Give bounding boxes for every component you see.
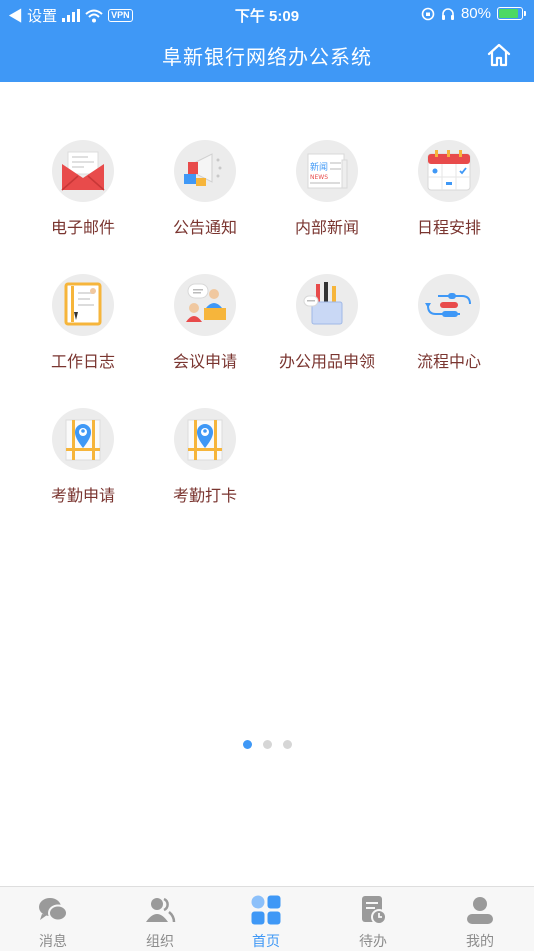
app-label: 考勤打卡 [172,486,237,505]
contacts-icon [146,897,176,923]
page-indicator [0,740,534,749]
tab-organization[interactable]: 组织 [107,887,213,951]
app-label: 办公用品申领 [278,352,375,371]
app-news[interactable]: 新闻 NEWS 内部新闻 [266,140,388,250]
app-supplies[interactable]: 办公用品申领 [266,274,388,384]
meeting-icon [174,274,236,336]
status-bar: ◀ 设置 VPN 下午 5:09 80% [0,0,534,28]
map-pin-icon [174,408,236,470]
tab-label: 组织 [146,934,174,950]
grid-icon [251,895,281,925]
newspaper-icon: 新闻 NEWS [296,140,358,202]
tab-label: 我的 [466,934,494,950]
notebook-icon [52,274,114,336]
app-label: 内部新闻 [294,218,359,237]
app-clock-in[interactable]: 考勤打卡 [144,408,266,518]
envelope-icon [52,140,114,202]
page-dot[interactable] [242,740,252,749]
todo-icon [362,896,387,925]
app-meeting[interactable]: 会议申请 [144,274,266,384]
home-icon[interactable] [486,42,512,68]
app-label: 电子邮件 [50,218,115,237]
app-label: 会议申请 [172,352,237,371]
nav-bar: 阜新银行网络办公系统 [0,28,534,82]
app-email[interactable]: 电子邮件 [22,140,144,250]
page-dot[interactable] [262,740,272,749]
tab-label: 消息 [39,934,67,950]
flow-icon [418,274,480,336]
battery-icon [497,7,526,20]
app-schedule[interactable]: 日程安排 [388,140,510,250]
app-label: 日程安排 [416,218,481,237]
tab-messages[interactable]: 消息 [0,887,106,951]
chat-icon [39,898,68,922]
app-worklog[interactable]: 工作日志 [22,274,144,384]
map-pin-icon [52,408,114,470]
svg-text:新闻: 新闻 [310,161,328,173]
tab-home[interactable]: 首页 [213,887,319,951]
app-label: 公告通知 [172,218,237,237]
app-label: 考勤申请 [50,486,115,505]
battery-percent: 80% [460,5,491,22]
app-announcement[interactable]: 公告通知 [144,140,266,250]
status-right: 80% [421,5,526,22]
app-workflow[interactable]: 流程中心 [388,274,510,384]
svg-text:NEWS: NEWS [310,174,328,181]
calendar-icon [418,140,480,202]
lock-rotation-icon [421,7,435,20]
tab-label: 首页 [252,934,280,950]
page-dot[interactable] [282,740,292,749]
user-icon [467,897,493,924]
tab-todo[interactable]: 待办 [320,887,426,951]
tab-bar: 消息 组织 首页 待办 我的 [0,886,534,951]
app-label: 流程中心 [416,352,481,371]
page-title: 阜新银行网络办公系统 [162,45,372,69]
app-attendance-request[interactable]: 考勤申请 [22,408,144,518]
headphones-icon [441,7,454,20]
tab-label: 待办 [359,934,387,950]
megaphone-icon [174,140,236,202]
pen-holder-icon [296,274,358,336]
app-label: 工作日志 [50,352,115,371]
tab-profile[interactable]: 我的 [427,887,533,951]
